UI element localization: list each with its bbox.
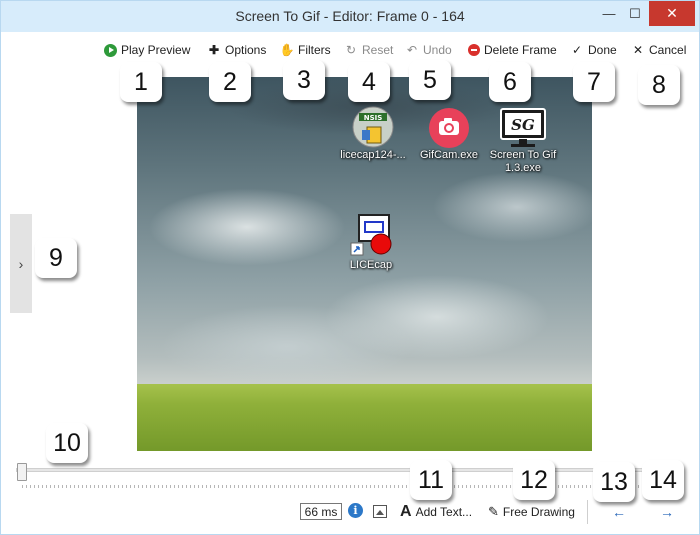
delete-frame-label: Delete Frame xyxy=(484,43,557,57)
frame-preview[interactable]: NSIS licecap124-... GifCam.exe SG Screen… xyxy=(137,77,592,451)
reset-button[interactable]: ↻ Reset xyxy=(344,42,393,58)
options-label: Options xyxy=(225,43,267,57)
next-frame-button[interactable]: → xyxy=(659,503,675,521)
title-bar[interactable]: Screen To Gif - Editor: Frame 0 - 164 — … xyxy=(1,1,699,32)
desktop-icon-licecap: LICEcap xyxy=(343,213,399,272)
image-icon[interactable] xyxy=(373,505,387,518)
side-panel-toggle[interactable]: › xyxy=(10,214,32,313)
frame-slider-ticks xyxy=(22,485,684,488)
desktop-icon-screentogif: SG Screen To Gif 1.3.exe xyxy=(483,107,563,175)
callout-badge-5: 5 xyxy=(409,60,451,100)
text-a-icon: A xyxy=(400,503,412,520)
play-preview-label: Play Preview xyxy=(121,43,191,57)
desktop-icon-licecap-installer: NSIS licecap124-... xyxy=(335,105,411,162)
toolbar-separator xyxy=(587,500,588,524)
checkmark-icon: ✓ xyxy=(571,43,583,57)
pencil-icon: ✎ xyxy=(488,504,499,519)
cancel-label: Cancel xyxy=(649,43,687,57)
undo-button[interactable]: ↶ Undo xyxy=(405,42,452,58)
delete-icon xyxy=(468,44,480,56)
done-label: Done xyxy=(588,43,617,57)
svg-text:NSIS: NSIS xyxy=(364,114,383,122)
desktop-icon-label: licecap124-... xyxy=(340,149,406,161)
callout-badge-4: 4 xyxy=(348,62,390,102)
grass-field xyxy=(137,384,592,451)
chevron-right-icon: › xyxy=(18,255,24,272)
svg-text:SG: SG xyxy=(511,116,535,134)
screentogif-monitor-icon: SG xyxy=(500,108,546,147)
frame-slider-track[interactable] xyxy=(16,468,684,472)
desktop-icon-label: GifCam.exe xyxy=(419,149,479,161)
filters-button[interactable]: ✋ Filters xyxy=(280,42,331,58)
callout-badge-11: 11 xyxy=(410,460,452,500)
cancel-button[interactable]: ✕ Cancel xyxy=(631,42,686,58)
reset-icon: ↻ xyxy=(345,43,357,57)
camera-icon xyxy=(429,108,469,148)
callout-badge-12: 12 xyxy=(513,460,555,500)
window-title: Screen To Gif - Editor: Frame 0 - 164 xyxy=(235,8,465,24)
editor-window: Screen To Gif - Editor: Frame 0 - 164 — … xyxy=(0,0,700,535)
callout-badge-3: 3 xyxy=(283,60,325,100)
undo-icon: ↶ xyxy=(406,43,418,57)
hand-icon: ✋ xyxy=(279,43,295,57)
info-icon[interactable]: i xyxy=(348,503,363,518)
plus-icon: ✚ xyxy=(208,43,220,57)
callout-badge-13: 13 xyxy=(593,462,635,502)
callout-badge-2: 2 xyxy=(209,62,251,102)
licecap-shortcut-icon xyxy=(350,214,392,256)
desktop-icon-label: Screen To Gif 1.3.exe xyxy=(489,149,557,174)
undo-label: Undo xyxy=(423,43,452,57)
close-icon: ✕ xyxy=(632,43,644,57)
callout-badge-10: 10 xyxy=(46,423,88,463)
play-preview-button[interactable]: Play Preview xyxy=(104,42,190,58)
callout-badge-9: 9 xyxy=(35,238,77,278)
filters-label: Filters xyxy=(298,43,331,57)
desktop-icon-label: LICEcap xyxy=(349,259,393,271)
previous-frame-button[interactable]: ← xyxy=(611,503,627,521)
desktop-icon-gifcam: GifCam.exe xyxy=(419,107,479,162)
installer-icon: NSIS xyxy=(352,106,394,148)
free-drawing-button[interactable]: ✎ Free Drawing xyxy=(488,503,575,521)
play-icon xyxy=(104,43,117,57)
add-text-label: Add Text... xyxy=(415,505,473,519)
maximize-button[interactable]: ☐ xyxy=(623,1,647,26)
callout-badge-14: 14 xyxy=(642,460,684,500)
minimize-button[interactable]: — xyxy=(597,1,621,26)
frame-slider-thumb[interactable] xyxy=(17,463,27,481)
callout-badge-7: 7 xyxy=(573,62,615,102)
add-text-button[interactable]: A Add Text... xyxy=(400,503,472,521)
reset-label: Reset xyxy=(362,43,394,57)
done-button[interactable]: ✓ Done xyxy=(570,42,617,58)
delete-frame-button[interactable]: Delete Frame xyxy=(468,42,557,58)
callout-badge-8: 8 xyxy=(638,65,680,105)
options-button[interactable]: ✚ Options xyxy=(207,42,266,58)
close-button[interactable]: ✕ xyxy=(649,1,695,26)
frame-delay-field[interactable]: 66 ms xyxy=(300,503,342,520)
free-drawing-label: Free Drawing xyxy=(502,505,575,519)
callout-badge-1: 1 xyxy=(120,62,162,102)
callout-badge-6: 6 xyxy=(489,62,531,102)
